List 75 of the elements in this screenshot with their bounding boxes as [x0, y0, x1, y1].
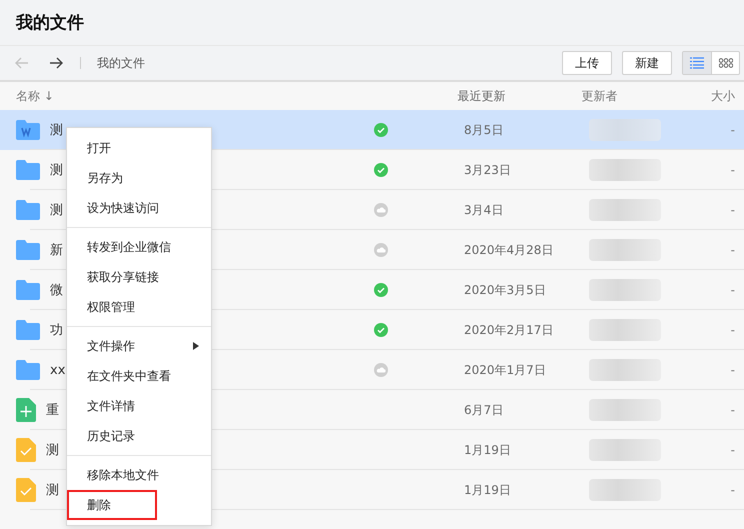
spreadsheet-icon: [16, 398, 36, 422]
menu-item[interactable]: 文件详情: [67, 391, 211, 421]
checklist-doc-icon: [16, 478, 36, 502]
file-name: 测: [46, 482, 59, 499]
file-name: 重: [46, 402, 59, 419]
size-cell-text: -: [730, 163, 735, 177]
blurred-name: [589, 359, 661, 381]
folder-icon: [16, 160, 40, 180]
menu-item[interactable]: 获取分享链接: [67, 262, 211, 292]
size-cell-text: -: [730, 243, 735, 257]
date-cell-text: 2020年1月7日: [464, 362, 547, 378]
view-toggle-button[interactable]: [683, 52, 711, 74]
column-header[interactable]: 最近更新: [457, 88, 582, 104]
column-header[interactable]: 名称 ↓: [16, 88, 54, 104]
size-cell-text: -: [730, 443, 735, 457]
date-cell-text: 3月23日: [464, 162, 512, 178]
size-cell-text: -: [730, 203, 735, 217]
menu-item[interactable]: 打开: [67, 133, 211, 163]
blurred-name: [589, 159, 661, 181]
blurred-name: [589, 199, 661, 221]
menu-item[interactable]: 移除本地文件: [67, 460, 211, 490]
date-cell-text: 1月19日: [464, 442, 512, 458]
file-name: 测: [46, 442, 59, 459]
view-toggle-button[interactable]: [711, 52, 739, 74]
menu-item[interactable]: 历史记录: [67, 421, 211, 451]
size-cell-text: -: [730, 363, 735, 377]
submenu-arrow-icon: [193, 342, 199, 350]
grid-icon: [718, 58, 732, 68]
date-cell-text: 6月7日: [464, 402, 504, 418]
blurred-name: [589, 399, 661, 421]
file-name: xx: [50, 362, 66, 378]
menu-item[interactable]: 文件操作: [67, 331, 211, 361]
folder-icon: [16, 240, 40, 260]
folder-icon: [16, 320, 40, 340]
list-icon: [690, 57, 704, 69]
toolbar-button[interactable]: 新建: [622, 51, 672, 75]
forward-button[interactable]: [48, 55, 64, 71]
date-cell-text: 8月5日: [464, 122, 504, 138]
menu-item[interactable]: 转发到企业微信: [67, 232, 211, 262]
checklist-doc-icon: [16, 438, 36, 462]
blurred-name: [589, 239, 661, 261]
folder-icon: [16, 200, 40, 220]
menu-item[interactable]: 设为快速访问: [67, 193, 211, 223]
date-cell-text: 2020年4月28日: [464, 242, 554, 258]
size-cell-text: -: [730, 283, 735, 297]
folder-icon: [16, 360, 40, 380]
blurred-name: [589, 319, 661, 341]
breadcrumb[interactable]: 我的文件: [97, 54, 552, 72]
folder-icon: [16, 120, 40, 140]
size-cell-text: -: [730, 323, 735, 337]
date-cell-text: 3月4日: [464, 202, 504, 218]
window-title: 我的文件: [16, 12, 84, 34]
toolbar-button[interactable]: 上传: [562, 51, 612, 75]
date-cell-text: 2020年3月5日: [464, 282, 547, 298]
blurred-name: [589, 439, 661, 461]
column-header[interactable]: 更新者: [582, 88, 618, 104]
file-name: 测: [50, 202, 63, 219]
file-name: 测: [50, 162, 63, 179]
menu-item[interactable]: 在文件夹中查看: [67, 361, 211, 391]
size-cell-text: -: [730, 403, 735, 417]
column-header[interactable]: 大小: [710, 88, 735, 104]
menu-item[interactable]: 另存为: [67, 163, 211, 193]
blurred-name: [589, 279, 661, 301]
menu-item[interactable]: 权限管理: [67, 292, 211, 322]
file-name: 功: [50, 322, 63, 339]
size-cell-text: -: [730, 483, 735, 497]
file-name: 新: [50, 242, 63, 259]
folder-icon: [16, 280, 40, 300]
file-name: 测: [50, 122, 63, 139]
size-cell-text: -: [730, 123, 735, 137]
file-name: 微: [50, 282, 63, 299]
date-cell-text: 2020年2月17日: [464, 322, 554, 338]
blurred-name: [589, 479, 661, 501]
date-cell-text: 1月19日: [464, 482, 512, 498]
menu-item[interactable]: 删除: [67, 490, 157, 520]
